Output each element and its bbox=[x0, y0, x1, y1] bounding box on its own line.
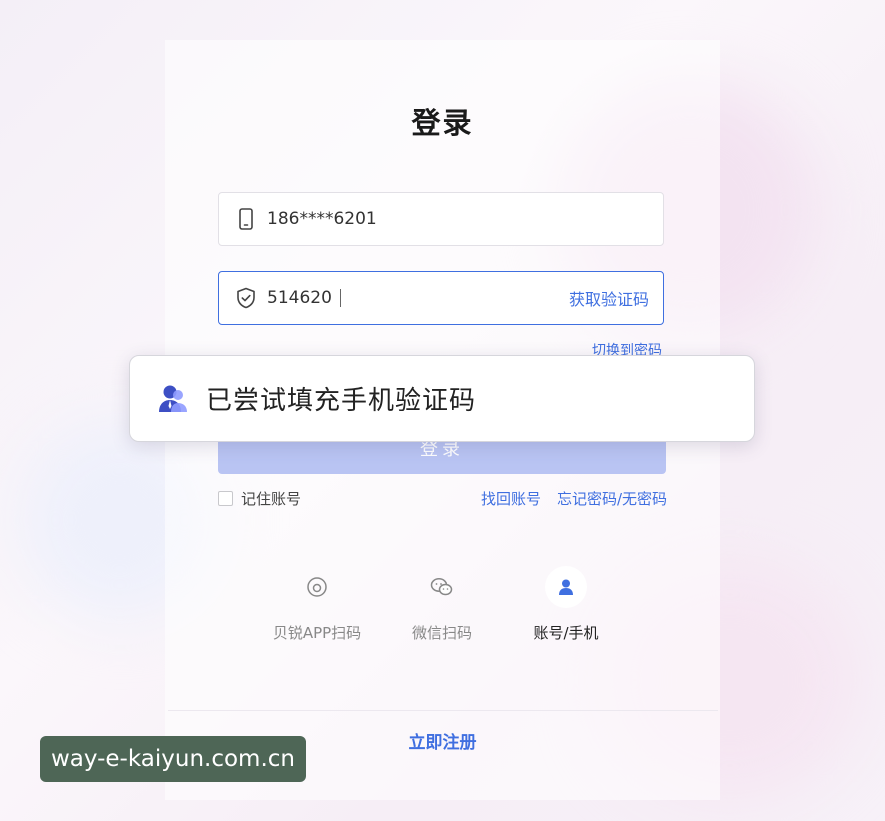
watermark: way-e-kaiyun.com.cn bbox=[40, 736, 306, 782]
method-wechat-scan[interactable]: 微信扫码 bbox=[382, 566, 502, 643]
verification-code-field[interactable]: 514620 获取验证码 bbox=[218, 271, 664, 325]
method-app-scan[interactable]: 贝锐APP扫码 bbox=[257, 566, 377, 643]
shield-check-icon bbox=[235, 287, 257, 309]
wechat-icon bbox=[421, 566, 463, 608]
page-title: 登录 bbox=[411, 106, 474, 140]
method-label: 贝锐APP扫码 bbox=[272, 624, 362, 642]
remember-checkbox[interactable] bbox=[218, 491, 233, 506]
toast-message: 已尝试填充手机验证码 bbox=[206, 386, 477, 416]
autofill-toast: 已尝试填充手机验证码 bbox=[129, 355, 755, 442]
get-code-button[interactable]: 获取验证码 bbox=[569, 286, 649, 310]
method-label: 微信扫码 bbox=[411, 624, 472, 642]
remember-label: 记住账号 bbox=[241, 490, 302, 508]
mobile-phone-icon bbox=[235, 208, 257, 230]
method-label: 账号/手机 bbox=[533, 624, 599, 642]
forgot-password-link[interactable]: 忘记密码/无密码 bbox=[557, 488, 667, 509]
method-account-phone[interactable]: 账号/手机 bbox=[506, 566, 626, 643]
user-icon bbox=[545, 566, 587, 608]
remember-account[interactable]: 记住账号 bbox=[218, 488, 301, 509]
user-avatar-icon bbox=[156, 382, 190, 416]
register-label[interactable]: 立即注册 bbox=[409, 733, 477, 753]
recover-account-link[interactable]: 找回账号 bbox=[481, 488, 541, 509]
app-scan-icon bbox=[296, 566, 338, 608]
code-value: 514620 bbox=[267, 288, 332, 308]
phone-field[interactable]: 186****6201 bbox=[218, 192, 664, 246]
divider bbox=[168, 710, 718, 711]
phone-value: 186****6201 bbox=[267, 209, 377, 229]
text-cursor bbox=[339, 289, 341, 307]
